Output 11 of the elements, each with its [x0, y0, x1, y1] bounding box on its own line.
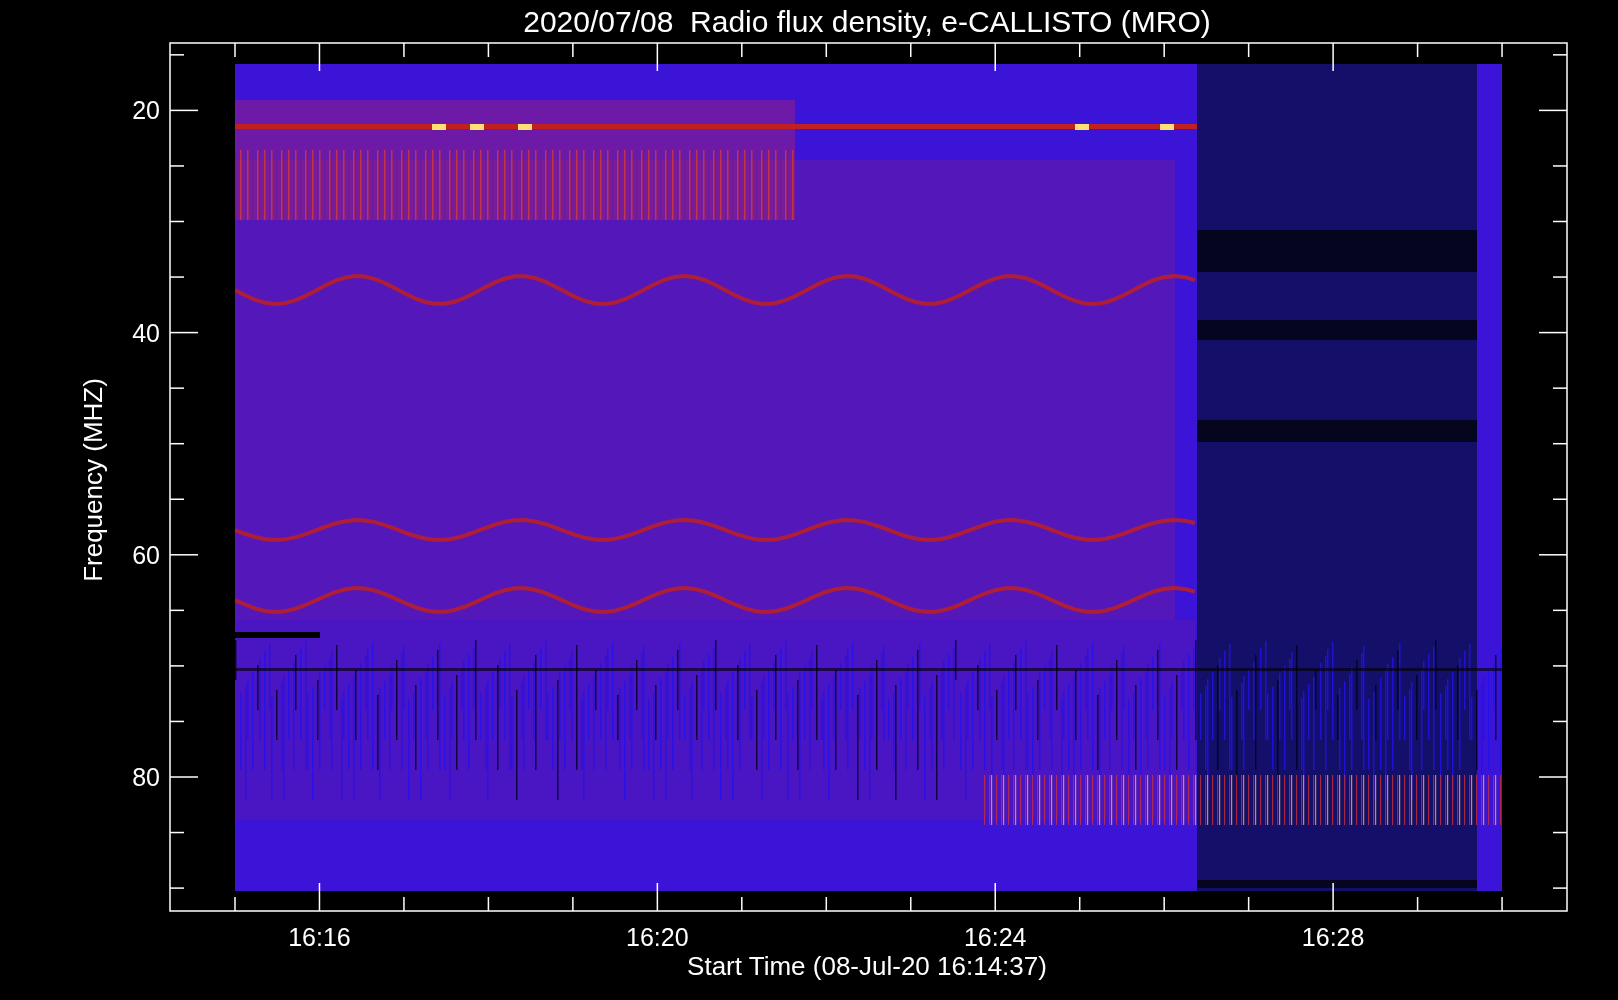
- y-tick-label: 60: [132, 540, 160, 569]
- y-tick-label: 20: [132, 96, 160, 125]
- x-axis-label: Start Time (08-Jul-20 16:14:37): [687, 951, 1047, 981]
- x-tick-label: 16:16: [288, 923, 351, 951]
- y-tick-label: 80: [132, 763, 160, 791]
- x-tick-label: 16:28: [1301, 923, 1365, 951]
- x-tick-label: 16:24: [963, 923, 1027, 951]
- chart-title: 2020/07/08 Radio flux density, e-CALLISTO (MRO): [523, 5, 1211, 38]
- y-axis-label: Frequency (MHZ): [78, 378, 108, 582]
- y-tick-label: 40: [132, 318, 160, 347]
- x-tick-label: 16:20: [626, 923, 689, 951]
